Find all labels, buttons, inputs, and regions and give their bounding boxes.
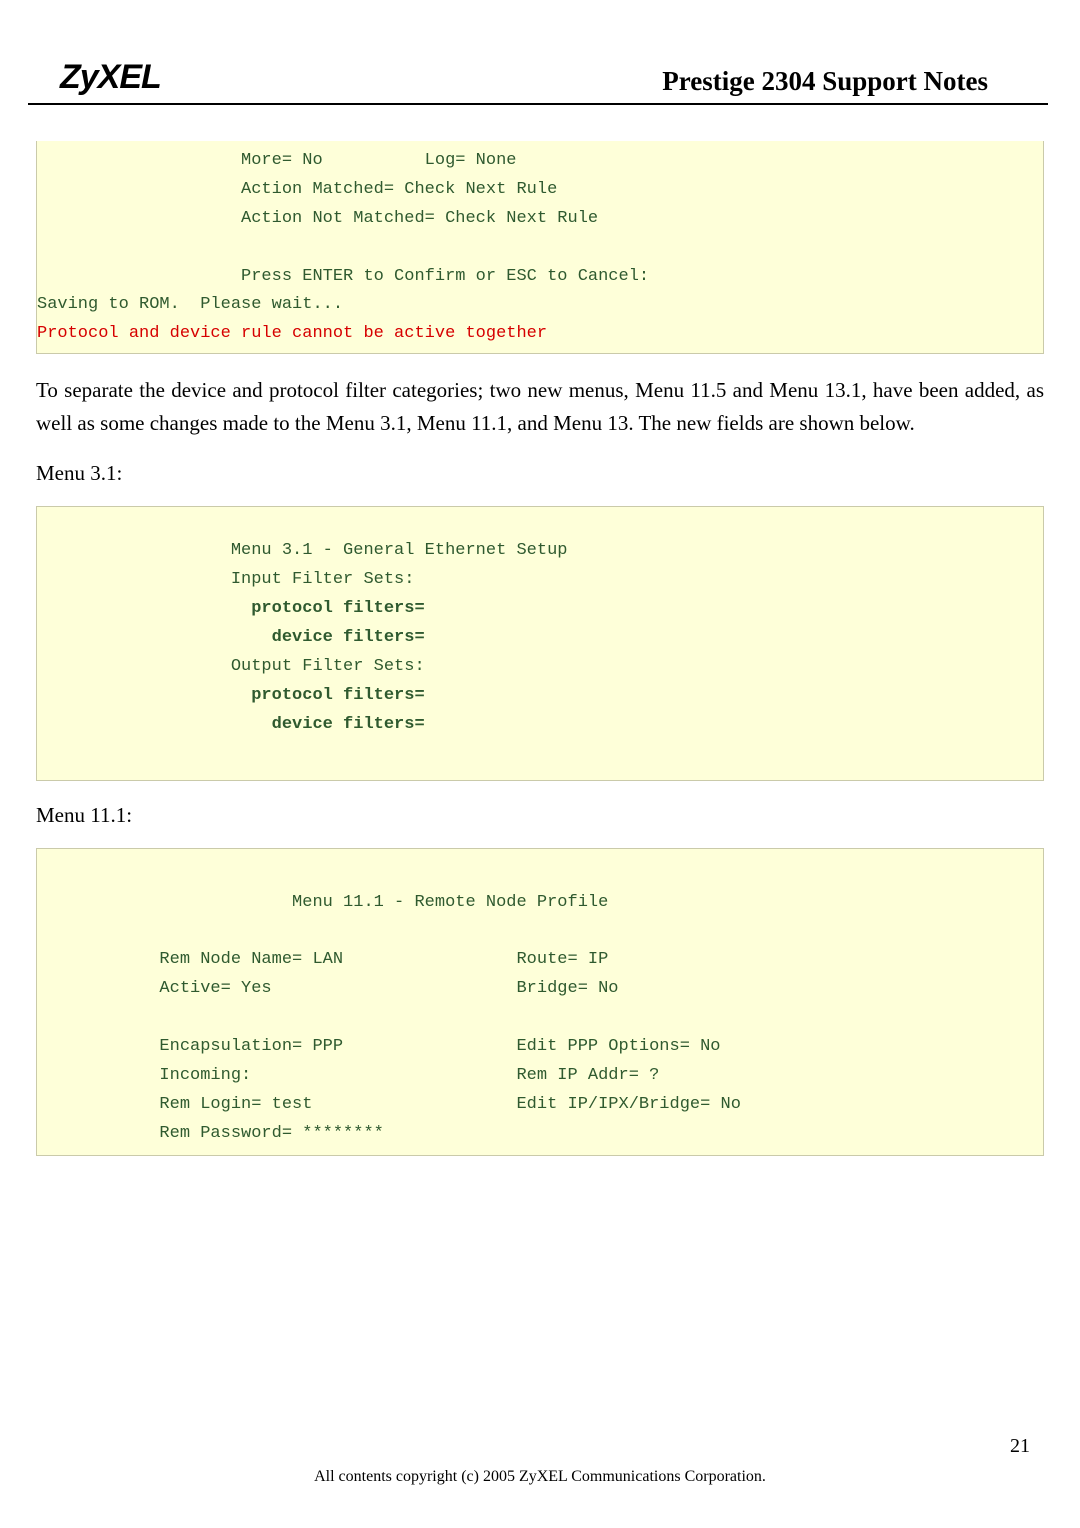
term-line [37, 234, 1033, 263]
term-line: Rem Password= ******** [37, 1120, 1033, 1149]
terminal-box-2: Menu 3.1 - General Ethernet Setup Input … [36, 506, 1044, 780]
term-line: device filters= [37, 711, 1033, 740]
term-line [37, 917, 1033, 946]
term-line: Press ENTER to Confirm or ESC to Cancel: [37, 263, 1033, 292]
term-line: Action Matched= Check Next Rule [37, 176, 1033, 205]
term-line: Encapsulation= PPP Edit PPP Options= No [37, 1033, 1033, 1062]
term-line: Output Filter Sets: [37, 653, 1033, 682]
terminal-box-1: More= No Log= None Action Matched= Check… [36, 141, 1044, 354]
page-header: ZyXEL Prestige 2304 Support Notes [28, 0, 1048, 105]
term-line: Active= Yes Bridge= No [37, 975, 1033, 1004]
term-line: Saving to ROM. Please wait... [37, 291, 1033, 320]
term-line: Incoming: Rem IP Addr= ? [37, 1062, 1033, 1091]
page-number: 21 [1010, 1435, 1030, 1458]
term-line: Menu 3.1 - General Ethernet Setup [37, 537, 1033, 566]
term-line: Input Filter Sets: [37, 566, 1033, 595]
body-paragraph: To separate the device and protocol filt… [36, 374, 1044, 439]
term-line: More= No Log= None [37, 147, 1033, 176]
section-label-menu31: Menu 3.1: [36, 461, 1044, 486]
term-line: Rem Login= test Edit IP/IPX/Bridge= No [37, 1091, 1033, 1120]
page-content: More= No Log= None Action Matched= Check… [0, 141, 1080, 1156]
page-title: Prestige 2304 Support Notes [662, 66, 988, 97]
term-line [37, 1004, 1033, 1033]
term-line: protocol filters= [37, 595, 1033, 624]
term-line-error: Protocol and device rule cannot be activ… [37, 320, 1033, 349]
term-line: protocol filters= [37, 682, 1033, 711]
term-line: device filters= [37, 624, 1033, 653]
section-label-menu111: Menu 11.1: [36, 803, 1044, 828]
terminal-box-3: Menu 11.1 - Remote Node Profile Rem Node… [36, 848, 1044, 1156]
term-line: Menu 11.1 - Remote Node Profile [37, 889, 1033, 918]
term-line: Action Not Matched= Check Next Rule [37, 205, 1033, 234]
brand-logo: ZyXEL [60, 58, 161, 97]
term-line: Rem Node Name= LAN Route= IP [37, 946, 1033, 975]
page-footer: All contents copyright (c) 2005 ZyXEL Co… [0, 1468, 1080, 1486]
